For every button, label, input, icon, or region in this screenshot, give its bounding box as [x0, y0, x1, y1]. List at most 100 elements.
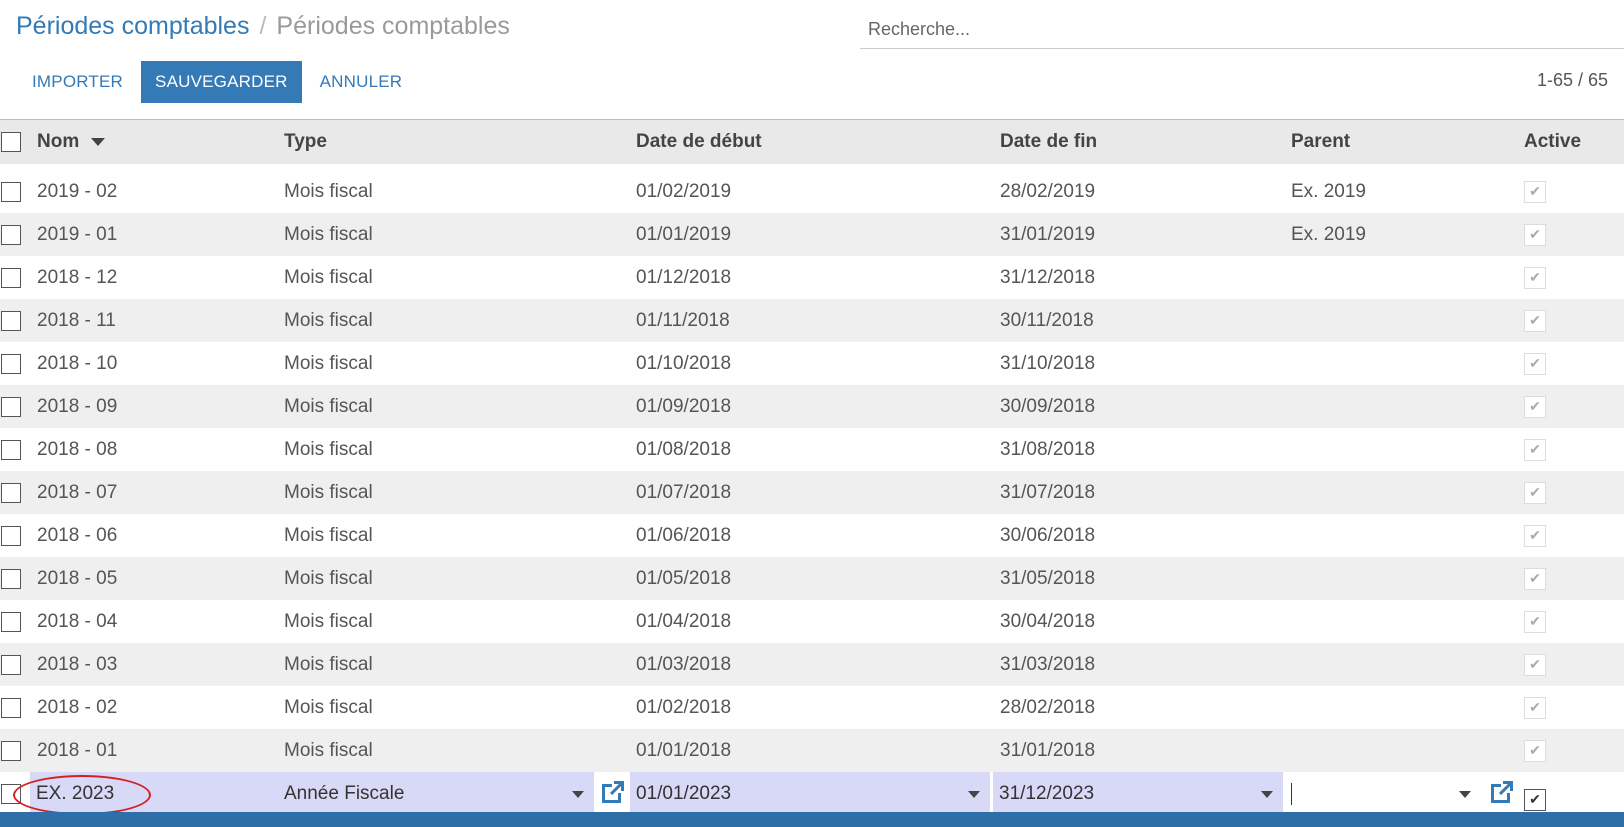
row-select-cell	[0, 299, 32, 342]
cell-type: Mois fiscal	[284, 352, 373, 374]
import-button[interactable]: IMPORTER	[18, 61, 137, 103]
table-row[interactable]: 2018 - 03 Mois fiscal 01/03/2018 31/03/2018…	[0, 643, 1624, 686]
table-row[interactable]: 2019 - 02 Mois fiscal 01/02/2019 28/02/2019…	[0, 170, 1624, 213]
table-row[interactable]: 2019 - 01 Mois fiscal 01/01/2019 31/01/2019…	[0, 213, 1624, 256]
cell-nom: 2019 - 02	[37, 180, 118, 202]
pager-value[interactable]: 1-65 / 65	[1537, 70, 1608, 91]
checkmark-icon: ✔	[1524, 395, 1546, 418]
cell-date-debut: 01/02/2018	[636, 696, 732, 718]
table-row[interactable]: 2018 - 08 Mois fiscal 01/08/2018 31/08/2018…	[0, 428, 1624, 471]
parent-input[interactable]	[1285, 772, 1481, 815]
row-checkbox[interactable]	[1, 482, 21, 503]
cell-active: ✔	[1524, 256, 1546, 299]
cell-date-debut: 01/06/2018	[636, 524, 732, 546]
breadcrumb-separator: /	[259, 12, 267, 40]
row-checkbox[interactable]	[1, 740, 21, 761]
cell-type: Mois fiscal	[284, 223, 373, 245]
table-row[interactable]: 2018 - 05 Mois fiscal 01/05/2018 31/05/2018…	[0, 557, 1624, 600]
table-row[interactable]: 2018 - 12 Mois fiscal 01/12/2018 31/12/2018…	[0, 256, 1624, 299]
cell-date-fin: 31/05/2018	[1000, 567, 1096, 589]
sort-caret-down-icon	[91, 138, 106, 146]
row-select-cell	[0, 471, 32, 514]
row-checkbox[interactable]	[1, 267, 21, 288]
date-fin-input[interactable]: 31/12/2023	[993, 772, 1283, 815]
table-row[interactable]: 2018 - 04 Mois fiscal 01/04/2018 30/04/2018…	[0, 600, 1624, 643]
cell-date-fin: 30/06/2018	[1000, 524, 1096, 546]
select-all-checkbox[interactable]	[1, 132, 21, 152]
cell-type: Mois fiscal	[284, 395, 373, 417]
cell-active: ✔	[1524, 170, 1546, 213]
header-active[interactable]: Active	[1524, 120, 1581, 164]
header-nom-label: Nom	[37, 131, 80, 152]
cell-date-fin: 31/01/2018	[1000, 739, 1096, 761]
cell-date-debut: 01/02/2019	[636, 180, 732, 202]
cell-date-debut: 01/09/2018	[636, 395, 732, 417]
cell-type: Mois fiscal	[284, 438, 373, 460]
table-row[interactable]: 2018 - 07 Mois fiscal 01/07/2018 31/07/2018…	[0, 471, 1624, 514]
save-button[interactable]: SAUVEGARDER	[141, 61, 302, 103]
header-date-debut[interactable]: Date de début	[636, 120, 762, 164]
cell-nom: 2018 - 04	[37, 610, 118, 632]
checkmark-icon: ✔	[1524, 481, 1546, 504]
cell-date-debut: 01/03/2018	[636, 653, 732, 675]
row-select-cell	[0, 385, 32, 428]
breadcrumb-parent-link[interactable]: Périodes comptables	[16, 12, 249, 40]
cell-date-debut: 01/01/2019	[636, 223, 732, 245]
row-checkbox[interactable]	[1, 654, 21, 675]
row-checkbox[interactable]	[1, 611, 21, 632]
edit-row-select-cell	[0, 772, 32, 815]
row-checkbox[interactable]	[1, 310, 21, 331]
date-fin-value: 31/12/2023	[999, 782, 1095, 804]
checkmark-icon: ✔	[1524, 438, 1546, 461]
cell-active: ✔	[1524, 557, 1546, 600]
table-row[interactable]: 2018 - 10 Mois fiscal 01/10/2018 31/10/2018…	[0, 342, 1624, 385]
checkmark-icon: ✔	[1524, 610, 1546, 633]
table-row[interactable]: 2018 - 02 Mois fiscal 01/02/2018 28/02/2018…	[0, 686, 1624, 729]
row-checkbox[interactable]	[1, 353, 21, 374]
type-select[interactable]: Année Fiscale	[278, 772, 594, 815]
cell-active: ✔	[1524, 428, 1546, 471]
search-input[interactable]	[860, 12, 1624, 46]
checkmark-icon: ✔	[1524, 567, 1546, 590]
external-link-icon[interactable]	[1485, 776, 1519, 808]
cell-date-fin: 30/11/2018	[1000, 309, 1094, 331]
header-parent[interactable]: Parent	[1291, 120, 1350, 164]
header-date-fin[interactable]: Date de fin	[1000, 120, 1097, 164]
row-select-cell	[0, 600, 32, 643]
chevron-down-icon[interactable]	[1459, 791, 1471, 798]
external-link-icon[interactable]	[596, 776, 630, 808]
row-checkbox[interactable]	[1, 181, 21, 202]
row-checkbox[interactable]	[1, 525, 21, 546]
header-nom[interactable]: Nom	[37, 120, 106, 164]
toolbar: IMPORTER SAUVEGARDER ANNULER	[18, 61, 416, 103]
search-bar	[860, 12, 1624, 49]
row-checkbox[interactable]	[1, 224, 21, 245]
nom-input[interactable]: EX. 2023	[30, 772, 278, 815]
header-type[interactable]: Type	[284, 120, 327, 164]
row-checkbox[interactable]	[1, 439, 21, 460]
table-row[interactable]: 2018 - 11 Mois fiscal 01/11/2018 30/11/2018…	[0, 299, 1624, 342]
row-checkbox[interactable]	[1, 697, 21, 718]
cell-date-debut: 01/07/2018	[636, 481, 732, 503]
checkmark-icon: ✔	[1524, 266, 1546, 289]
chevron-down-icon[interactable]	[1261, 791, 1273, 798]
date-debut-input[interactable]: 01/01/2023	[630, 772, 990, 815]
row-checkbox[interactable]	[1, 568, 21, 589]
table-header: Nom Type Date de début Date de fin Paren…	[0, 119, 1624, 164]
cell-active: ✔	[1524, 643, 1546, 686]
table-row[interactable]: 2018 - 06 Mois fiscal 01/06/2018 30/06/2018…	[0, 514, 1624, 557]
text-cursor	[1291, 782, 1292, 805]
cell-active: ✔	[1524, 600, 1546, 643]
chevron-down-icon[interactable]	[968, 791, 980, 798]
cell-active: ✔	[1524, 471, 1546, 514]
row-checkbox[interactable]	[1, 396, 21, 417]
cell-nom: 2018 - 03	[37, 653, 118, 675]
cell-active: ✔	[1524, 299, 1546, 342]
cell-date-debut: 01/08/2018	[636, 438, 732, 460]
chevron-down-icon[interactable]	[572, 791, 584, 798]
row-checkbox[interactable]	[1, 783, 21, 804]
cell-date-fin: 31/07/2018	[1000, 481, 1096, 503]
table-row[interactable]: 2018 - 09 Mois fiscal 01/09/2018 30/09/2018…	[0, 385, 1624, 428]
table-row[interactable]: 2018 - 01 Mois fiscal 01/01/2018 31/01/2018…	[0, 729, 1624, 772]
cancel-button[interactable]: ANNULER	[306, 61, 417, 103]
